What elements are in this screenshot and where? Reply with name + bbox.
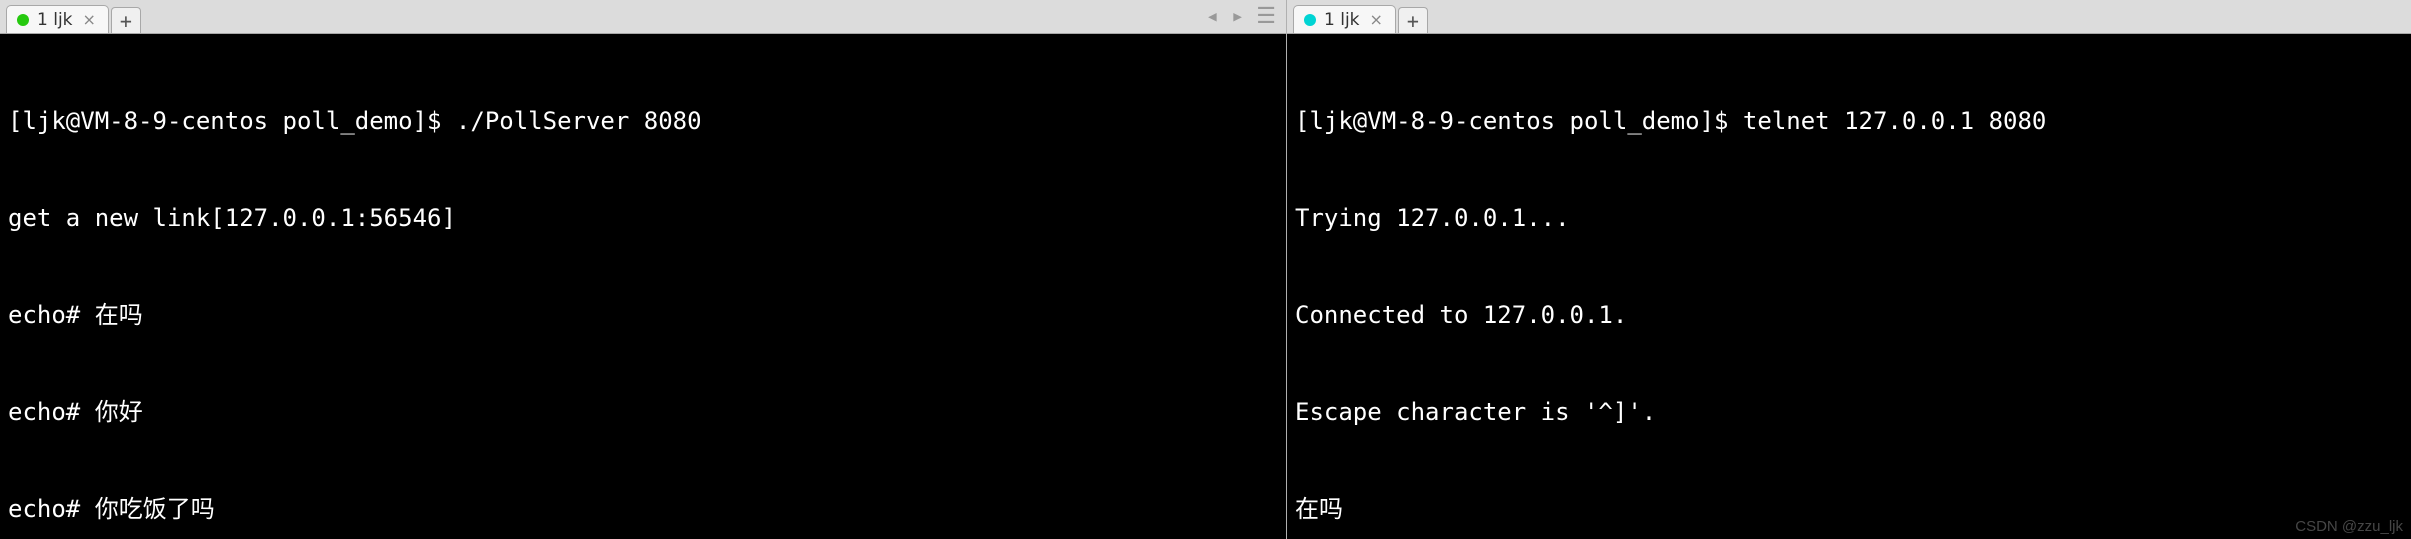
terminal-pane-right: 1 ljk × + [ljk@VM-8-9-centos poll_demo]$…	[1287, 0, 2411, 539]
plus-icon: +	[120, 9, 132, 33]
nav-menu-icon[interactable]: ☰	[1252, 6, 1280, 28]
tab-left-1[interactable]: 1 ljk ×	[6, 5, 109, 33]
nav-prev-icon[interactable]: ◂	[1202, 4, 1223, 29]
terminal-left[interactable]: [ljk@VM-8-9-centos poll_demo]$ ./PollSer…	[0, 34, 1286, 539]
new-tab-button[interactable]: +	[111, 7, 141, 33]
terminal-line: Connected to 127.0.0.1.	[1295, 299, 2403, 331]
close-icon[interactable]: ×	[1368, 10, 1385, 29]
terminal-line: get a new link[127.0.0.1:56546]	[8, 202, 1278, 234]
terminal-right[interactable]: [ljk@VM-8-9-centos poll_demo]$ telnet 12…	[1287, 34, 2411, 539]
terminal-line: [ljk@VM-8-9-centos poll_demo]$ telnet 12…	[1295, 105, 2403, 137]
tabbar-nav-left: ◂ ▸ ☰	[1202, 4, 1280, 33]
tab-label: 1 ljk	[1324, 10, 1360, 30]
terminal-line: echo# 在吗	[8, 299, 1278, 331]
nav-next-icon[interactable]: ▸	[1227, 4, 1248, 29]
terminal-line: Escape character is '^]'.	[1295, 396, 2403, 428]
terminal-line: echo# 你吃饭了吗	[8, 493, 1278, 525]
tab-label: 1 ljk	[37, 10, 73, 30]
status-dot-icon	[17, 14, 29, 26]
terminal-line: echo# 你好	[8, 396, 1278, 428]
tabbar-right: 1 ljk × +	[1287, 0, 2411, 34]
terminal-pane-left: 1 ljk × + ◂ ▸ ☰ [ljk@VM-8-9-centos poll_…	[0, 0, 1287, 539]
terminal-line: Trying 127.0.0.1...	[1295, 202, 2403, 234]
terminal-line: [ljk@VM-8-9-centos poll_demo]$ ./PollSer…	[8, 105, 1278, 137]
close-icon[interactable]: ×	[81, 10, 98, 29]
plus-icon: +	[1407, 9, 1419, 33]
status-dot-icon	[1304, 14, 1316, 26]
tabbar-left: 1 ljk × + ◂ ▸ ☰	[0, 0, 1286, 34]
new-tab-button[interactable]: +	[1398, 7, 1428, 33]
tab-right-1[interactable]: 1 ljk ×	[1293, 5, 1396, 33]
terminal-line: 在吗	[1295, 493, 2403, 525]
